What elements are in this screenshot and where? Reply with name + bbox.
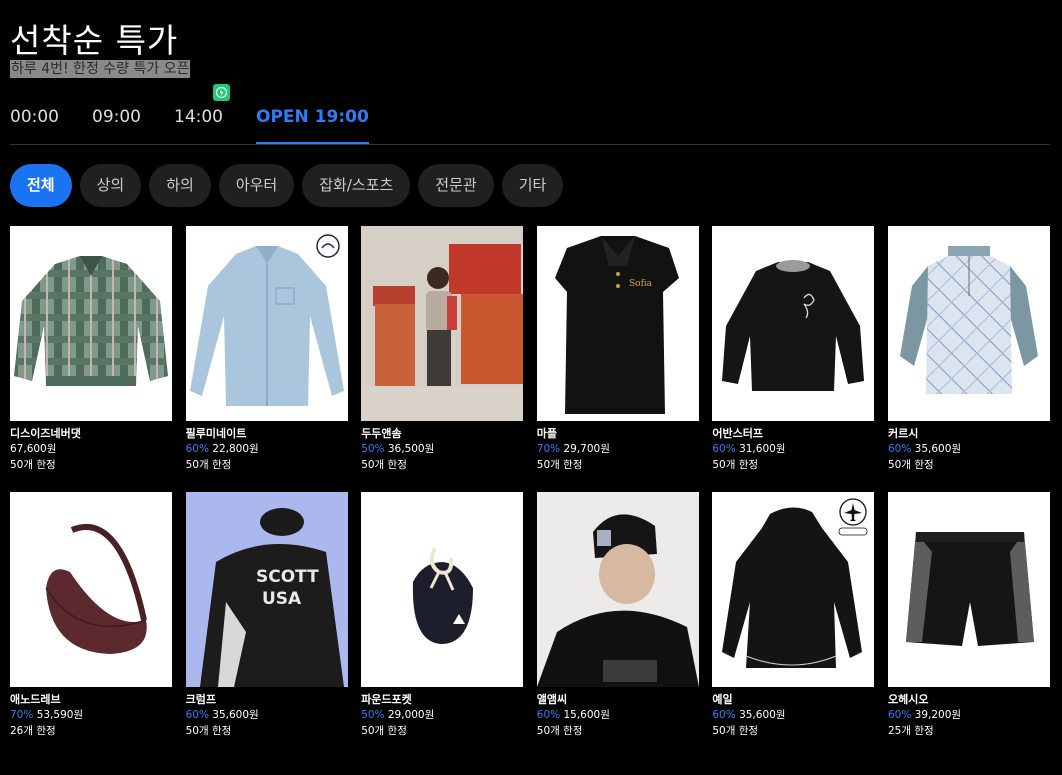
product-image[interactable] — [536, 492, 699, 687]
time-tab-0000[interactable]: 00:00 — [10, 100, 59, 144]
product-stock-limit: 25개 한정 — [887, 725, 934, 737]
svg-text:Sofia: Sofia — [629, 279, 653, 289]
product-brand: 디스이즈네버댓 — [10, 427, 81, 440]
product-price: 35,600원 — [914, 443, 962, 455]
product-image[interactable] — [361, 492, 524, 687]
product-card[interactable]: 필루미네이트 60% 22,800원 50개 한정 — [185, 226, 348, 473]
time-tabs: 00:00 09:00 14:00 OPEN 19:00 — [10, 100, 402, 144]
product-grid: 디스이즈네버댓 67,600원 50개 한정 필루미네이트 60% 22,800… — [10, 226, 1050, 739]
product-brand: 애노드레브 — [10, 693, 61, 706]
product-discount: 50% — [361, 709, 385, 721]
product-card[interactable]: 파운드포켓 50% 29,000원 50개 한정 — [361, 492, 524, 739]
product-brand: 파운드포켓 — [361, 693, 412, 706]
product-stock-limit: 50개 한정 — [887, 459, 934, 471]
time-tab-0900[interactable]: 09:00 — [92, 100, 141, 144]
product-price: 31,600원 — [739, 443, 786, 455]
product-discount: 70% — [536, 443, 561, 455]
category-chip-bottoms[interactable]: 하의 — [149, 164, 211, 207]
product-card[interactable]: 예일 60% 35,600원 50개 한정 — [712, 492, 875, 739]
product-stock-limit: 50개 한정 — [10, 459, 56, 471]
tab-divider — [10, 144, 1050, 145]
product-card[interactable]: SCOTT USA 크럼프 60% 35,600원 50개 한정 — [185, 492, 348, 739]
product-image[interactable] — [10, 492, 172, 687]
product-stock-limit: 50개 한정 — [536, 725, 583, 737]
product-discount: 70% — [10, 709, 34, 721]
product-image[interactable] — [185, 226, 348, 421]
category-chip-outer[interactable]: 아우터 — [218, 164, 295, 207]
category-chip-goods-sports[interactable]: 잡화/스포츠 — [302, 164, 411, 207]
product-discount: 60% — [536, 709, 561, 721]
product-brand: 어반스터프 — [712, 427, 763, 440]
page-title: 선착순 특가 — [10, 21, 179, 60]
product-brand: 크럼프 — [185, 693, 216, 706]
product-price: 36,500원 — [387, 443, 435, 455]
product-brand: 오헤시오 — [887, 693, 929, 706]
product-discount: 60% — [185, 709, 209, 721]
category-chip-etc[interactable]: 기타 — [501, 164, 564, 207]
product-image[interactable] — [887, 492, 1050, 687]
product-card[interactable]: 두두앤솜 50% 36,500원 50개 한정 — [361, 226, 524, 473]
time-tab-1400[interactable]: 14:00 — [174, 100, 223, 144]
product-brand: 필루미네이트 — [185, 427, 247, 440]
product-price: 29,700원 — [563, 443, 610, 455]
product-discount: 50% — [361, 443, 385, 455]
lightning-badge-icon — [213, 84, 230, 101]
product-stock-limit: 50개 한정 — [712, 459, 759, 471]
product-brand: 커르시 — [887, 427, 919, 440]
product-card[interactable]: 앨앰씨 60% 15,600원 50개 한정 — [536, 492, 699, 739]
brand-logo-icon — [315, 234, 340, 258]
product-price: 22,800원 — [212, 443, 259, 455]
product-card[interactable]: Sofia 마플 70% 29,700원 50개 한정 — [536, 226, 699, 473]
product-discount: 60% — [185, 443, 209, 455]
product-stock-limit: 50개 한정 — [361, 725, 407, 737]
product-card[interactable]: 어반스터프 60% 31,600원 50개 한정 — [712, 226, 875, 473]
product-brand: 두두앤솜 — [361, 427, 402, 440]
product-price: 35,600원 — [212, 709, 259, 721]
time-tab-1900-open[interactable]: OPEN 19:00 — [256, 100, 369, 144]
product-image[interactable] — [712, 492, 875, 687]
product-price: 53,590원 — [36, 709, 84, 721]
product-image[interactable]: Sofia — [536, 226, 699, 421]
product-card[interactable]: 애노드레브 70% 53,590원 26개 한정 — [10, 492, 172, 739]
product-card[interactable]: 디스이즈네버댓 67,600원 50개 한정 — [10, 226, 172, 473]
product-image[interactable] — [10, 226, 172, 421]
product-price: 29,000원 — [387, 709, 435, 721]
category-chip-specialty[interactable]: 전문관 — [418, 164, 494, 207]
product-stock-limit: 26개 한정 — [10, 725, 56, 737]
product-discount: 60% — [887, 443, 912, 455]
product-brand: 예일 — [712, 693, 733, 706]
product-card[interactable]: 커르시 60% 35,600원 50개 한정 — [887, 226, 1050, 473]
product-image[interactable] — [887, 226, 1050, 421]
airplane-icon — [838, 498, 868, 536]
product-stock-limit: 50개 한정 — [536, 459, 583, 471]
product-image[interactable] — [361, 226, 524, 421]
product-discount: 60% — [712, 443, 736, 455]
product-price: 15,600원 — [563, 709, 610, 721]
svg-text:USA: USA — [262, 589, 302, 609]
page-subtitle: 하루 4번! 한정 수량 특가 오픈 — [10, 60, 191, 78]
product-discount: 60% — [712, 709, 736, 721]
product-stock-limit: 50개 한정 — [185, 725, 232, 737]
category-chip-tops[interactable]: 상의 — [79, 164, 142, 207]
product-stock-limit: 50개 한정 — [361, 459, 407, 471]
category-chip-all[interactable]: 전체 — [10, 164, 72, 207]
product-brand: 앨앰씨 — [536, 693, 568, 706]
product-brand: 마플 — [536, 427, 558, 440]
product-price: 39,200원 — [914, 709, 962, 721]
product-image[interactable]: SCOTT USA — [185, 492, 348, 687]
svg-text:SCOTT: SCOTT — [256, 567, 319, 587]
product-stock-limit: 50개 한정 — [185, 459, 232, 471]
category-chips: 전체 상의 하의 아우터 잡화/스포츠 전문관 기타 — [10, 164, 571, 207]
product-card[interactable]: 오헤시오 60% 39,200원 25개 한정 — [887, 492, 1050, 739]
product-stock-limit: 50개 한정 — [712, 725, 759, 737]
product-price: 35,600원 — [739, 709, 786, 721]
product-image[interactable] — [712, 226, 875, 421]
product-discount: 60% — [887, 709, 912, 721]
product-price: 67,600원 — [10, 443, 57, 455]
